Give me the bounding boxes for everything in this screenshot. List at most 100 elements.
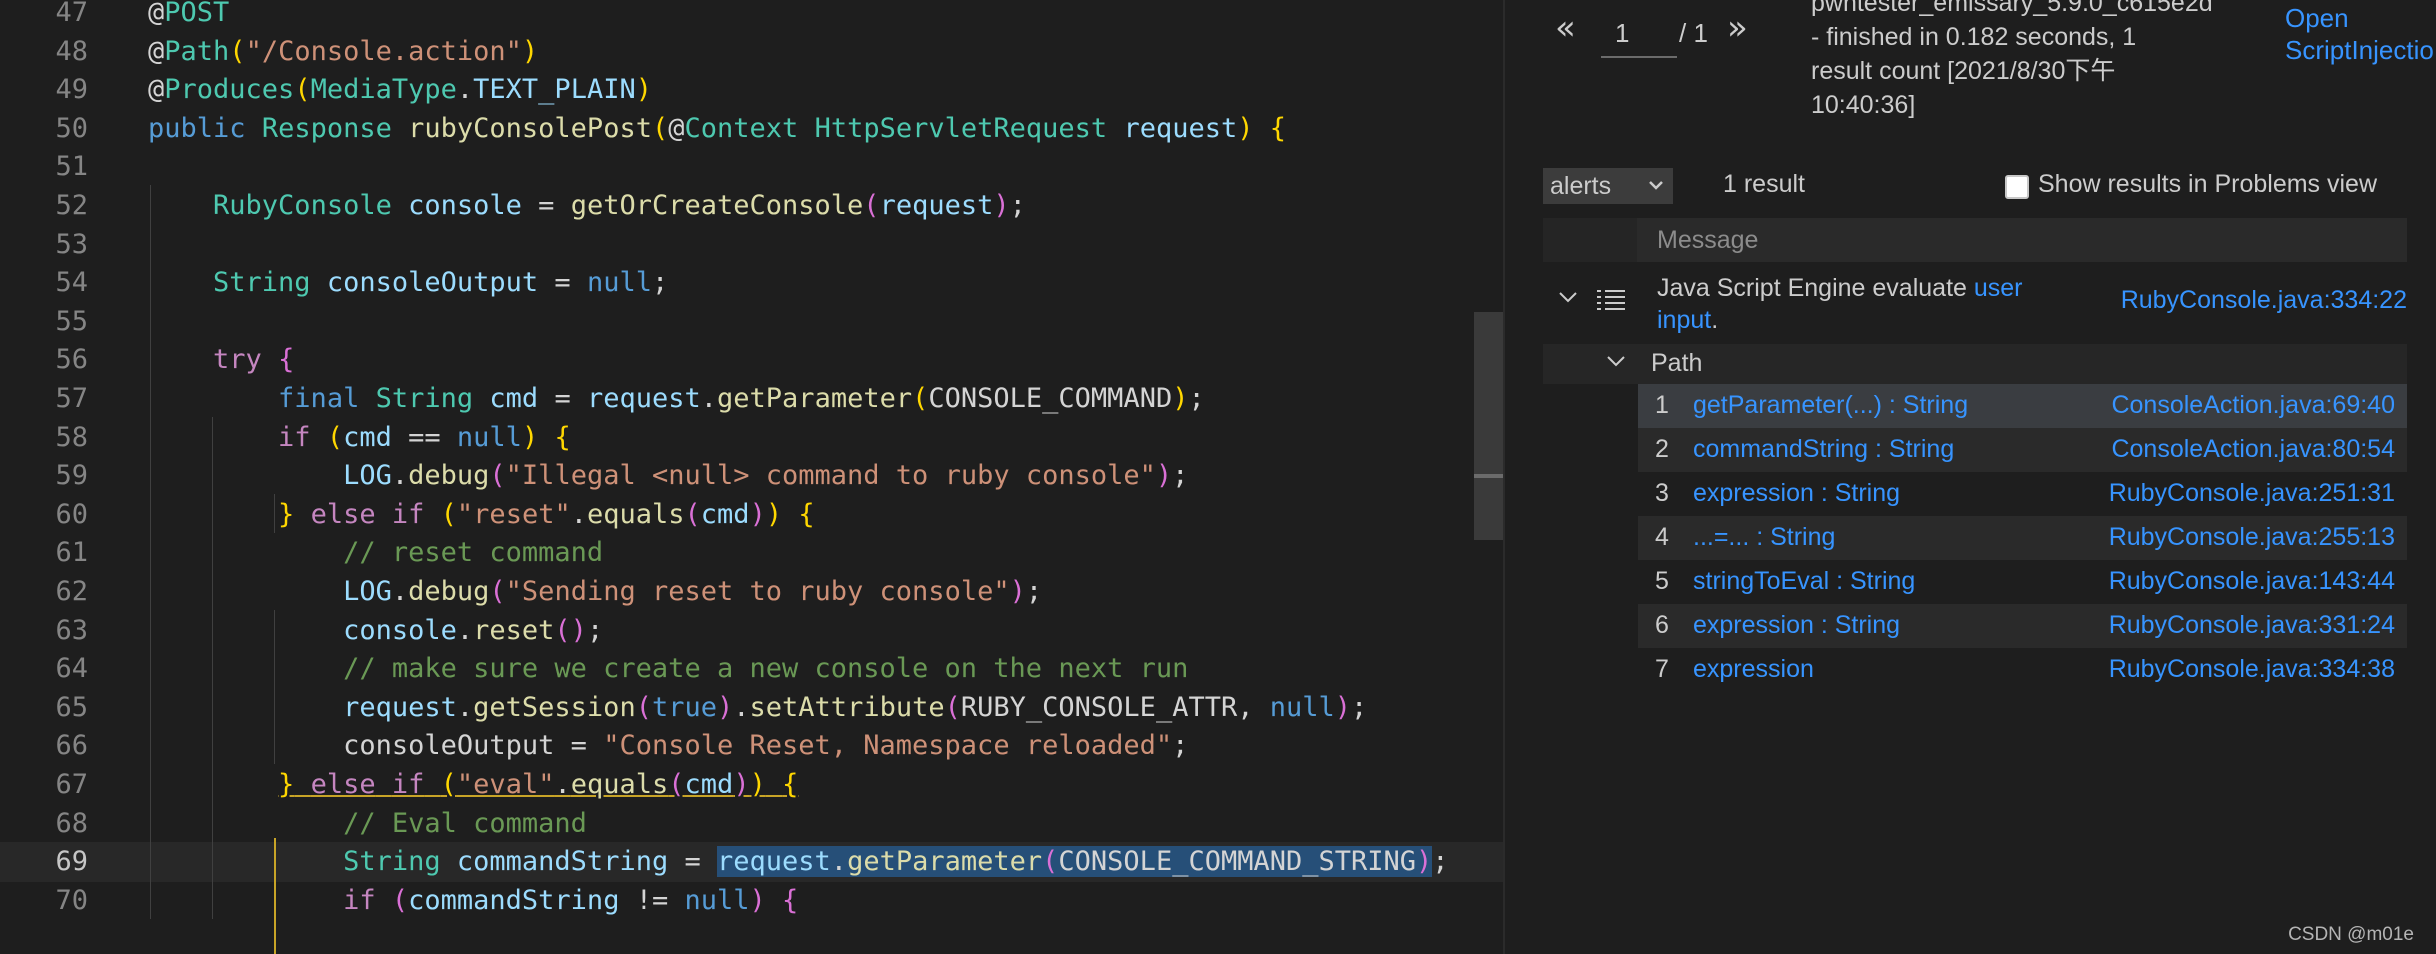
path-step-location-link[interactable]: RubyConsole.java:251:31 <box>2109 479 2395 508</box>
result-set-select[interactable]: alerts <box>1543 168 1673 204</box>
code-token: == <box>391 421 457 453</box>
code-token: rubyConsolePost <box>408 112 652 144</box>
code-line[interactable]: 66 consoleOutput = "Console Reset, Names… <box>0 726 1503 766</box>
path-step-row[interactable]: 4 ...=... : String RubyConsole.java:255:13 <box>1638 516 2407 560</box>
message-column-header[interactable]: Message <box>1657 226 1758 255</box>
path-step-row[interactable]: 7 expression RubyConsole.java:334:38 <box>1638 648 2407 692</box>
code-token: public <box>148 112 246 144</box>
path-step-label[interactable]: commandString : String <box>1693 435 1954 464</box>
problems-view-checkbox[interactable] <box>2005 175 2029 199</box>
next-page-icon[interactable]: » <box>1727 8 1748 48</box>
code-token: ; <box>651 267 669 299</box>
code-token: "eval" <box>456 769 555 800</box>
code-line[interactable]: 51 <box>0 147 1503 187</box>
line-number: 64 <box>55 653 88 685</box>
path-step-row[interactable]: 5 stringToEval : String RubyConsole.java:1… <box>1638 560 2407 604</box>
code-token: ; <box>1025 576 1043 607</box>
code-line[interactable]: 54 String consoleOutput = null; <box>0 263 1503 303</box>
code-line[interactable]: 58 if (cmd == null) { <box>0 418 1503 458</box>
code-token: } <box>278 769 295 800</box>
code-token: ) <box>521 35 539 67</box>
path-step-location-link[interactable]: RubyConsole.java:331:24 <box>2109 611 2395 640</box>
page-number-input[interactable]: 1 <box>1601 12 1677 58</box>
code-line[interactable]: 56 try { <box>0 340 1503 380</box>
alert-row[interactable]: Java Script Engine evaluate user input. … <box>1543 268 2407 348</box>
line-number: 62 <box>55 576 88 607</box>
code-line[interactable]: 50 public Response rubyConsolePost(@Conte… <box>0 109 1503 149</box>
path-step-number: 1 <box>1655 391 1669 419</box>
path-step-location-link[interactable]: RubyConsole.java:143:44 <box>2109 567 2395 596</box>
code-line[interactable]: 49 @Produces(MediaType.TEXT_PLAIN) <box>0 70 1503 110</box>
code-line[interactable]: 55 <box>0 302 1503 342</box>
code-line[interactable]: 67 } else if ("eval".equals(cmd)) { <box>0 765 1503 805</box>
path-step-location-link[interactable]: RubyConsole.java:334:38 <box>2109 655 2395 684</box>
code-token: { <box>782 769 799 800</box>
code-token: Path <box>164 35 230 67</box>
code-line[interactable]: 52 RubyConsole console = getOrCreateCons… <box>0 186 1503 226</box>
code-line[interactable]: 68 // Eval command <box>0 804 1503 844</box>
indent-guide <box>274 610 275 765</box>
code-line[interactable]: 59 LOG.debug("Illegal <null> command to … <box>0 456 1503 496</box>
code-line[interactable]: 65 request.getSession(true).setAttribute… <box>0 688 1503 728</box>
code-token: equals <box>586 498 685 530</box>
indent-guide <box>212 417 213 919</box>
code-line[interactable]: 57 final String cmd = request.getParamet… <box>0 379 1503 419</box>
path-step-label[interactable]: stringToEval : String <box>1693 567 1915 596</box>
code-token: String <box>343 846 441 878</box>
code-token: = <box>538 267 587 299</box>
code-text: String commandString = request.getParame… <box>148 842 1449 882</box>
previous-page-icon[interactable]: « <box>1555 8 1576 48</box>
code-token: TEXT_PLAIN <box>473 74 636 106</box>
path-step-label[interactable]: expression : String <box>1693 479 1900 508</box>
alert-location-link[interactable]: RubyConsole.java:334:22 <box>2121 286 2407 315</box>
table-header: Message <box>1543 218 2407 262</box>
code-token: ( <box>912 383 929 414</box>
open-query-link[interactable]: Open ScriptInjectio <box>2285 2 2434 66</box>
code-text: request.getSession(true).setAttribute(RU… <box>148 688 1367 728</box>
chevron-down-icon[interactable] <box>1557 286 1579 314</box>
path-step-row[interactable]: 2 commandString : String ConsoleAction.jav… <box>1638 428 2407 472</box>
code-token: ( <box>489 460 506 492</box>
path-step-location-link[interactable]: ConsoleAction.java:80:54 <box>2111 435 2395 464</box>
path-step-label[interactable]: ...=... : String <box>1693 523 1835 552</box>
path-step-label[interactable]: expression <box>1693 655 1814 684</box>
chevron-down-icon <box>1648 169 1664 214</box>
editor-scrollbar[interactable] <box>1474 312 1503 540</box>
code-editor[interactable]: 47 @POST 48 @Path("/Console.action") 49 @Prod… <box>0 0 1503 954</box>
path-step-location-link[interactable]: ConsoleAction.java:69:40 <box>2111 391 2395 420</box>
path-step-location-link[interactable]: RubyConsole.java:255:13 <box>2109 523 2395 552</box>
chevron-down-icon[interactable] <box>1605 350 1627 378</box>
code-token: // Eval command <box>343 807 587 839</box>
open-query-link-line[interactable]: ScriptInjectio <box>2285 34 2434 66</box>
code-line[interactable]: 64 // make sure we create a new console … <box>0 649 1503 689</box>
code-token: ) <box>717 691 734 723</box>
path-step-label[interactable]: getParameter(...) : String <box>1693 391 1968 420</box>
page-total: / 1 <box>1679 18 1708 48</box>
path-row[interactable]: Path <box>1543 344 2407 384</box>
code-token: . <box>700 383 718 414</box>
code-line[interactable]: 70 if (commandString != null) { <box>0 881 1503 921</box>
code-token: ; <box>1172 460 1189 492</box>
code-line[interactable]: 47 @POST <box>0 0 1503 33</box>
code-line[interactable]: 63 console.reset(); <box>0 611 1503 651</box>
code-line[interactable]: 60 } else if ("reset".equals(cmd)) { <box>0 495 1503 535</box>
open-query-link-line[interactable]: Open <box>2285 2 2434 34</box>
code-token: ) <box>521 421 539 453</box>
line-number: 55 <box>55 305 88 337</box>
code-line[interactable]: 62 LOG.debug("Sending reset to ruby cons… <box>0 572 1503 612</box>
code-token: Produces <box>164 74 295 106</box>
path-step-row[interactable]: 6 expression : String RubyConsole.java:331… <box>1638 604 2407 648</box>
code-line[interactable]: 53 <box>0 225 1503 265</box>
path-step-row[interactable]: 1 getParameter(...) : String ConsoleAction… <box>1638 384 2407 428</box>
problems-view-label[interactable]: Show results in Problems view <box>2038 170 2377 199</box>
path-step-row[interactable]: 3 expression : String RubyConsole.java:251… <box>1638 472 2407 516</box>
code-line[interactable]: 48 @Path("/Console.action") <box>0 32 1503 72</box>
path-step-label[interactable]: expression : String <box>1693 611 1900 640</box>
code-line[interactable]: 61 // reset command <box>0 533 1503 573</box>
code-line[interactable]: 69 String commandString = request.getPar… <box>0 842 1503 883</box>
